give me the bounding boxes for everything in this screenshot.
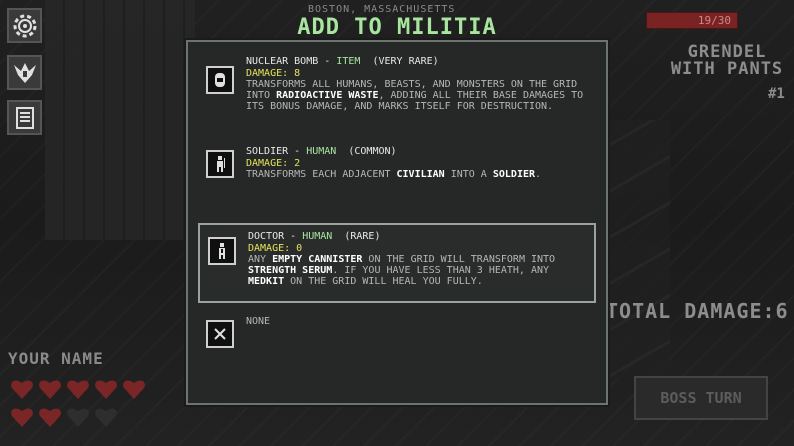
heart-full-icon [38, 406, 62, 428]
option-damage: DAMAGE: 8 [246, 68, 301, 79]
boss-name: GRENDEL WITH PANTS [670, 42, 784, 79]
player-hearts [10, 378, 160, 434]
option-name: NUCLEAR BOMB [246, 56, 319, 67]
option-nuclear-bomb[interactable]: NUCLEAR BOMB - ITEM (VERY RARE) DAMAGE: … [198, 56, 596, 122]
heart-full-icon [10, 406, 34, 428]
log-button[interactable] [7, 100, 42, 135]
description-text: ANY [248, 254, 273, 265]
doctor-icon [208, 237, 236, 265]
option-doctor[interactable]: DOCTOR - HUMAN (RARE) DAMAGE: 0 ANY EMPT… [198, 223, 596, 303]
separator: - [284, 231, 303, 242]
option-name: NONE [246, 316, 271, 327]
keyword-highlight: CIVILIAN [396, 169, 445, 180]
bomb-icon [206, 66, 234, 94]
keyword-highlight: MEDKIT [248, 276, 285, 287]
option-damage: DAMAGE: 0 [248, 243, 303, 254]
description-text: ON THE GRID WILL HEAL YOU FULLY. [284, 276, 483, 287]
option-description: TRANSFORMS EACH ADJACENT CIVILIAN INTO A… [246, 169, 590, 180]
crest-button[interactable] [7, 55, 42, 90]
heart-full-icon [122, 378, 146, 400]
option-description: ANY EMPTY CANNISTER ON THE GRID WILL TRA… [248, 254, 588, 287]
crest-icon [13, 62, 36, 83]
option-name: SOLDIER [246, 146, 289, 157]
heart-empty-icon [66, 406, 90, 428]
document-icon [15, 106, 34, 129]
keyword-highlight: SOLDIER [492, 169, 536, 180]
separator: - [318, 56, 337, 67]
keyword-highlight: EMPTY CANNISTER [272, 254, 363, 265]
option-heading: SOLDIER - HUMAN (COMMON) [246, 146, 590, 158]
soldier-icon [206, 150, 234, 178]
add-to-militia-dialog: NUCLEAR BOMB - ITEM (VERY RARE) DAMAGE: … [186, 40, 608, 405]
heart-full-icon [66, 378, 90, 400]
heart-full-icon [94, 378, 118, 400]
heart-full-icon [10, 378, 34, 400]
description-text: . [535, 169, 542, 180]
keyword-highlight: STRENGTH SERUM [248, 265, 333, 276]
separator: - [288, 146, 307, 157]
description-text: . IF YOU HAVE LESS THAN 3 HEATH, ANY [332, 265, 550, 276]
boss-rank: #1 [768, 86, 785, 102]
keyword-highlight: RADIOACTIVE WASTE [276, 90, 379, 101]
boss-turn-button[interactable]: BOSS TURN [634, 376, 768, 420]
total-damage: TOTAL DAMAGE:6 [606, 299, 789, 323]
option-heading: DOCTOR - HUMAN (RARE) [248, 231, 588, 243]
option-rarity: (RARE) [344, 231, 381, 242]
option-none[interactable]: NONE [198, 316, 596, 356]
option-heading: NUCLEAR BOMB - ITEM (VERY RARE) [246, 56, 590, 68]
option-type: HUMAN [302, 231, 333, 242]
option-rarity: (VERY RARE) [372, 56, 439, 67]
option-description: TRANSFORMS ALL HUMANS, BEASTS, AND MONST… [246, 79, 590, 112]
option-type: ITEM [336, 56, 361, 67]
heart-full-icon [38, 378, 62, 400]
description-text: TRANSFORMS EACH ADJACENT [246, 169, 397, 180]
description-text: INTO A [444, 169, 493, 180]
player-name: YOUR NAME [8, 349, 104, 368]
option-soldier[interactable]: SOLDIER - HUMAN (COMMON) DAMAGE: 2 TRANS… [198, 146, 596, 186]
option-damage: DAMAGE: 2 [246, 158, 301, 169]
modal-title: ADD TO MILITIA [297, 15, 497, 40]
option-name: DOCTOR [248, 231, 285, 242]
option-rarity: (COMMON) [348, 146, 397, 157]
option-type: HUMAN [306, 146, 337, 157]
city-label: BOSTON, MASSACHUSETTS [308, 4, 456, 15]
heart-empty-icon [94, 406, 118, 428]
description-text: ON THE GRID WILL TRANSFORM INTO [362, 254, 556, 265]
close-icon [206, 320, 234, 348]
